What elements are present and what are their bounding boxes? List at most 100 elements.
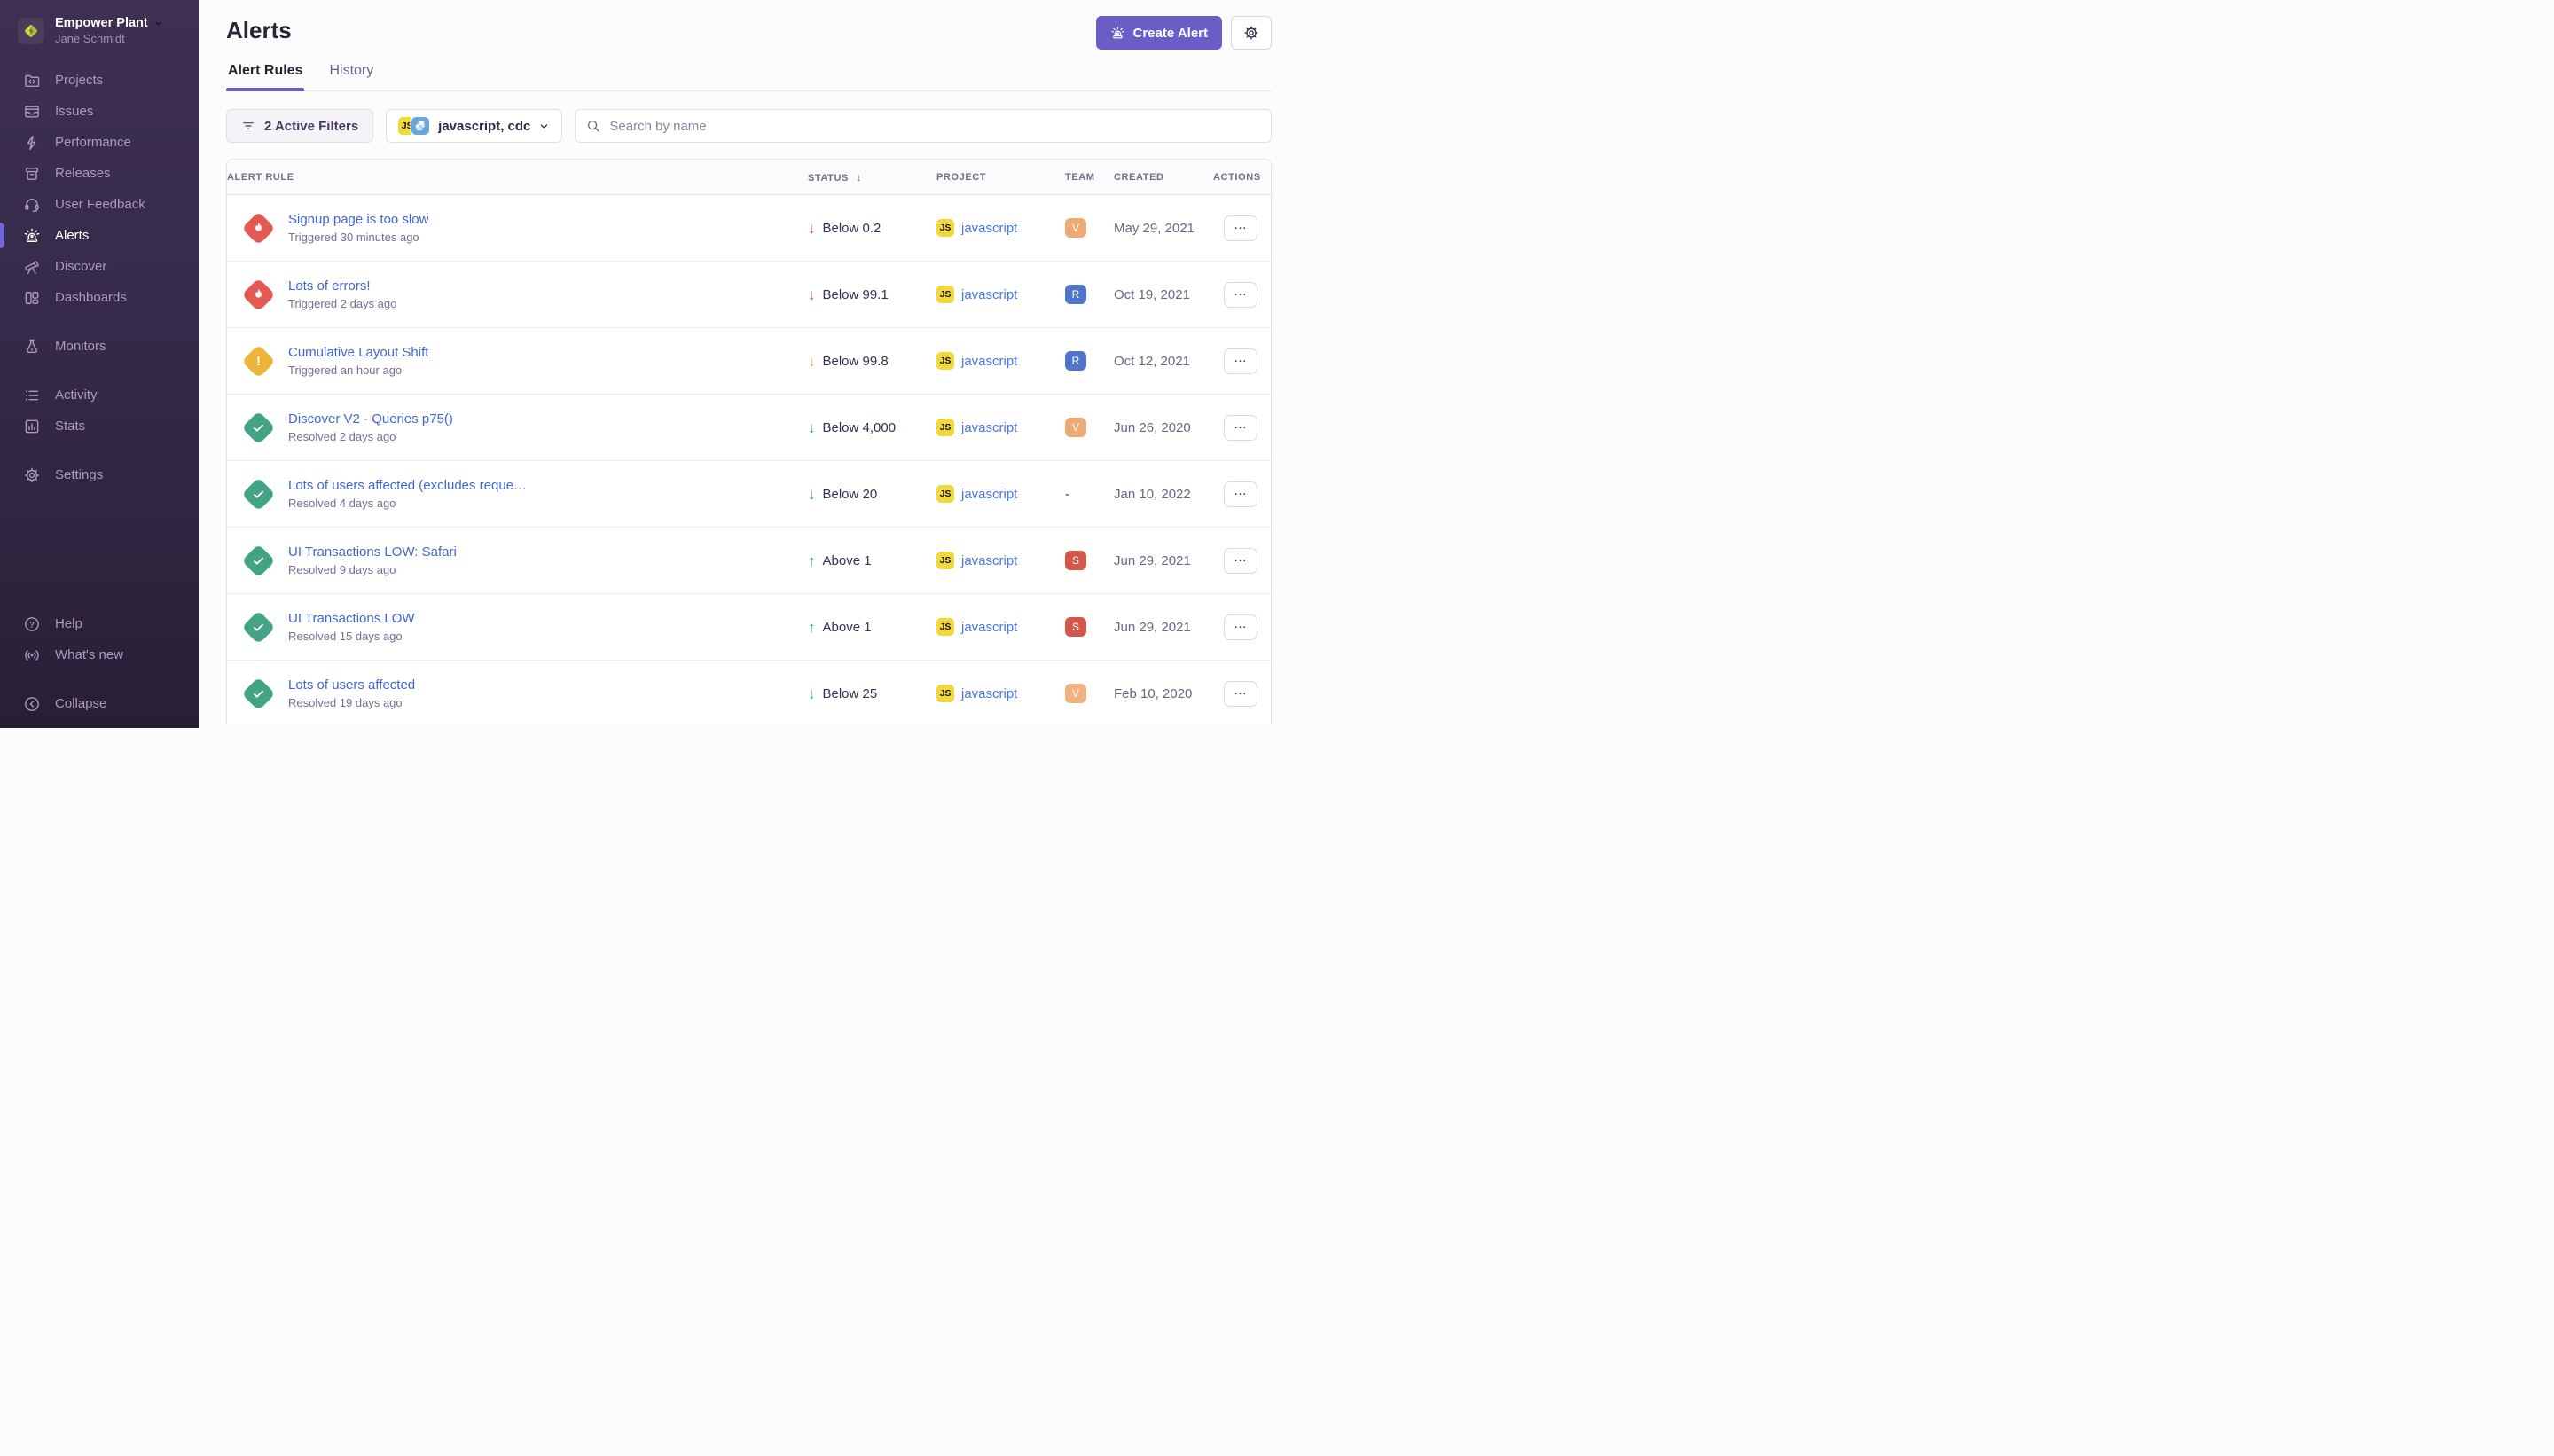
sidebar-item-releases[interactable]: Releases [0,158,199,189]
table-row: UI Transactions LOW: Safari Resolved 9 d… [227,528,1271,594]
status-cell: Below 25 [808,686,936,701]
sidebar-item-dashboards[interactable]: Dashboards [0,282,199,313]
alert-rule-link[interactable]: Lots of errors! [288,278,396,294]
filter-row: 2 Active Filters JS javascript, cdc [226,109,1272,143]
status-value: Above 1 [823,553,872,568]
javascript-project-icon: JS [936,618,954,636]
filter-icon [241,119,255,133]
row-actions-button[interactable]: … [1224,215,1257,241]
table-row: Lots of users affected (excludes reque… … [227,461,1271,528]
column-header-team[interactable]: Team [1065,172,1114,183]
sidebar-item-monitors[interactable]: Monitors [0,331,199,362]
project-selector-value: javascript, cdc [438,119,530,134]
sidebar-item-settings[interactable]: Settings [0,459,199,490]
tab-label: Alert Rules [228,63,302,78]
row-actions-button[interactable]: … [1224,282,1257,308]
sidebar-item-performance[interactable]: Performance [0,127,199,158]
org-switcher[interactable]: Empower Plant Jane Schmidt [0,0,199,45]
project-link[interactable]: javascript [961,620,1017,635]
python-project-icon [411,117,429,135]
page-header: Alerts Create Alert [226,0,1272,50]
sidebar-footer-nav: Help What's new Collapse [0,608,199,719]
tab-alert-rules[interactable]: Alert Rules [226,63,304,90]
search-input[interactable] [575,109,1272,143]
trend-arrow-icon [808,487,816,502]
row-actions-button[interactable]: … [1224,681,1257,707]
status-value: Below 99.8 [823,354,889,369]
org-meta: Empower Plant Jane Schmidt [55,16,163,45]
column-header-created[interactable]: Created [1114,172,1213,183]
project-selector[interactable]: JS javascript, cdc [386,109,562,143]
app-root: Empower Plant Jane Schmidt Projects Issu… [0,0,1277,728]
nav-item-label: Performance [55,135,131,150]
alert-rule-link[interactable]: Signup page is too slow [288,212,428,227]
alert-rule-link[interactable]: Lots of users affected (excludes reque… [288,478,527,493]
alert-rule-subtitle: Resolved 15 days ago [288,630,415,643]
nav-icon [23,646,41,664]
nav-icon [23,615,41,633]
sidebar-item-user-feedback[interactable]: User Feedback [0,189,199,220]
active-filters-button[interactable]: 2 Active Filters [226,109,373,143]
created-date: Oct 12, 2021 [1114,354,1213,369]
column-header-project[interactable]: Project [936,172,1065,183]
active-filters-label: 2 Active Filters [264,119,358,134]
trend-arrow-icon [808,420,816,435]
sidebar-item-what-s-new[interactable]: What's new [0,639,199,670]
sidebar-item-issues[interactable]: Issues [0,96,199,127]
javascript-project-icon: JS [936,552,954,569]
alert-rule-link[interactable]: UI Transactions LOW [288,611,415,626]
nav-item-label: Collapse [55,696,106,711]
status-value: Above 1 [823,620,872,635]
header-actions: Create Alert [1096,16,1272,50]
nav-item-label: Projects [55,73,103,88]
project-link[interactable]: javascript [961,553,1017,568]
alert-rule-link[interactable]: Lots of users affected [288,677,415,693]
project-cell: JS javascript [936,286,1065,303]
row-actions-button[interactable]: … [1224,481,1257,507]
team-cell: R [1065,351,1114,371]
status-cell: Below 99.8 [808,354,936,369]
sidebar-item-collapse[interactable]: Collapse [0,688,199,719]
check-icon [251,487,266,502]
check-icon [251,553,266,568]
column-header-alert-rule[interactable]: Alert Rule [227,172,808,183]
table-row: Signup page is too slow Triggered 30 min… [227,195,1271,262]
project-link[interactable]: javascript [961,287,1017,302]
sidebar-item-stats[interactable]: Stats [0,411,199,442]
column-header-actions[interactable]: Actions [1213,172,1272,183]
alert-settings-button[interactable] [1231,16,1272,50]
check-icon [251,686,266,701]
table-row: Lots of users affected Resolved 19 days … [227,661,1271,724]
team-cell: S [1065,617,1114,637]
alert-rule-link[interactable]: Discover V2 - Queries p75() [288,411,453,427]
column-header-status[interactable]: Status [808,171,936,184]
project-link[interactable]: javascript [961,420,1017,435]
row-actions-button[interactable]: … [1224,415,1257,441]
team-cell: V [1065,418,1114,437]
actions-cell: … [1213,681,1271,707]
project-link[interactable]: javascript [961,686,1017,701]
empower-plant-logo-icon [21,21,41,41]
project-link[interactable]: javascript [961,221,1017,236]
sidebar: Empower Plant Jane Schmidt Projects Issu… [0,0,199,728]
create-alert-button[interactable]: Create Alert [1096,16,1222,50]
project-link[interactable]: javascript [961,354,1017,369]
tab-history[interactable]: History [327,63,375,90]
row-actions-button[interactable]: … [1224,348,1257,374]
status-cell: Below 99.1 [808,287,936,302]
row-actions-button[interactable]: … [1224,614,1257,640]
status-value: Below 20 [823,487,878,502]
alert-rule-link[interactable]: Cumulative Layout Shift [288,345,428,360]
actions-cell: … [1213,481,1271,507]
sidebar-item-activity[interactable]: Activity [0,380,199,411]
nav-icon [23,165,41,183]
sidebar-item-help[interactable]: Help [0,608,199,639]
row-actions-button[interactable]: … [1224,548,1257,574]
status-cell: Above 1 [808,553,936,568]
sidebar-item-alerts[interactable]: Alerts [0,220,199,251]
alert-rule-link[interactable]: UI Transactions LOW: Safari [288,544,457,560]
project-link[interactable]: javascript [961,487,1017,502]
sidebar-item-discover[interactable]: Discover [0,251,199,282]
nav-item-label: Settings [55,467,103,482]
sidebar-item-projects[interactable]: Projects [0,65,199,96]
